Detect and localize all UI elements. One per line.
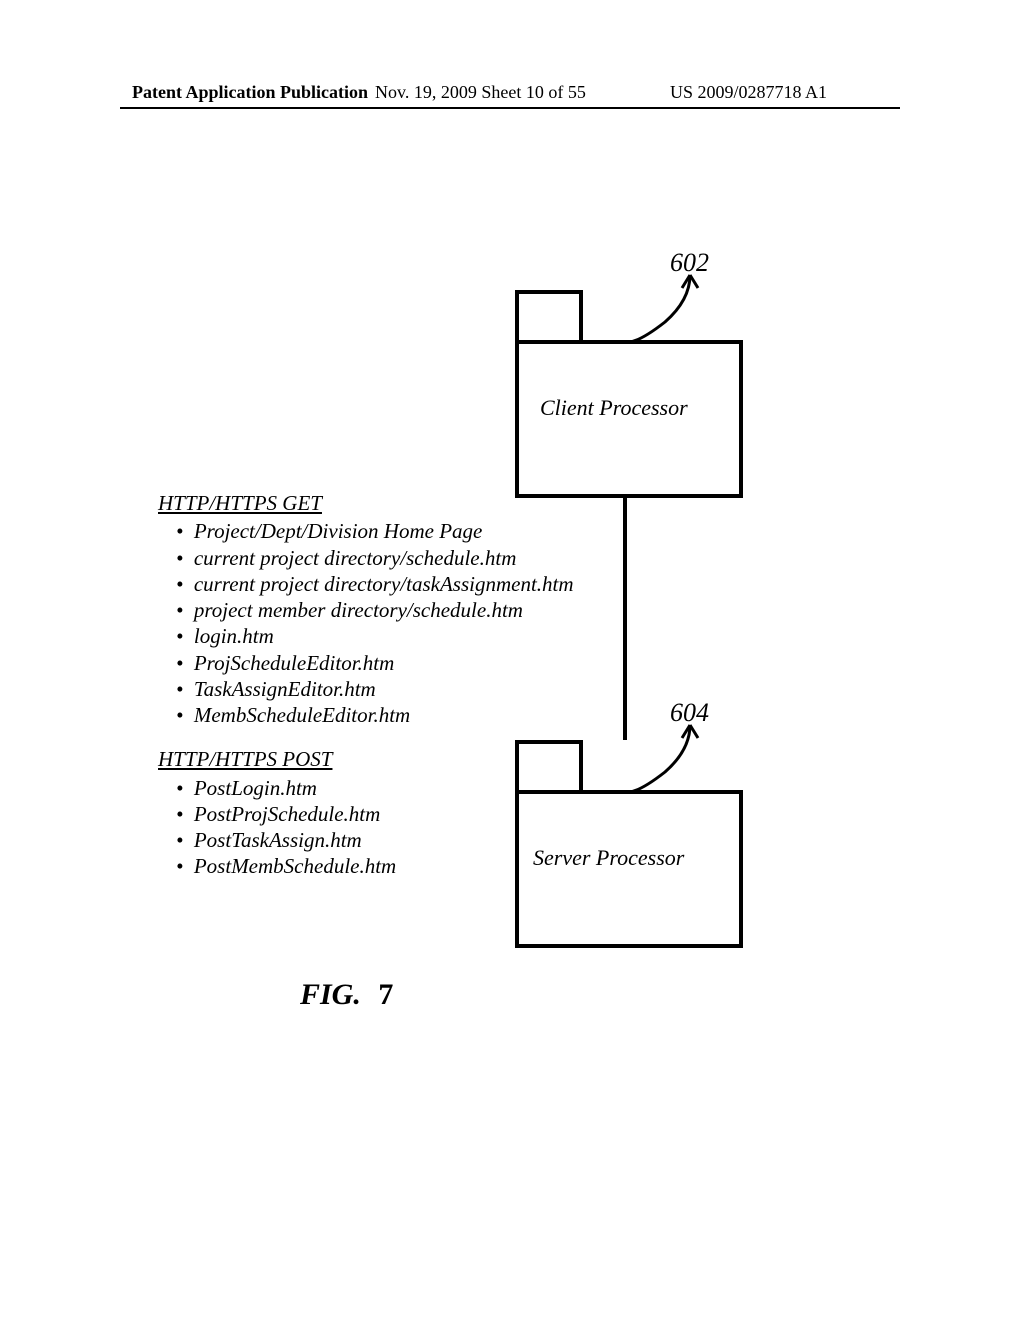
http-post-title: HTTP/HTTPS POST (158, 746, 718, 772)
caption-fig: FIG. (300, 978, 361, 1011)
http-get-item: login.htm (176, 623, 718, 649)
http-post-list: PostLogin.htm PostProjSchedule.htm PostT… (176, 775, 718, 880)
http-get-block: HTTP/HTTPS GET Project/Dept/Division Hom… (158, 490, 718, 898)
page-header: Patent Application Publication Nov. 19, … (0, 82, 1024, 106)
http-post-item: PostLogin.htm (176, 775, 718, 801)
leader-602 (630, 270, 720, 350)
http-get-list: Project/Dept/Division Home Page current … (176, 518, 718, 728)
http-get-item: current project directory/schedule.htm (176, 545, 718, 571)
figure-caption: FIG. 7 (300, 978, 393, 1012)
http-get-title: HTTP/HTTPS GET (158, 490, 718, 516)
header-left-text: Patent Application Publication (132, 82, 368, 103)
http-post-item: PostMembSchedule.htm (176, 853, 718, 879)
header-right-text: US 2009/0287718 A1 (670, 82, 827, 103)
http-post-item: PostTaskAssign.htm (176, 827, 718, 853)
http-get-item: TaskAssignEditor.htm (176, 676, 718, 702)
http-get-item: project member directory/schedule.htm (176, 597, 718, 623)
page-root: Patent Application Publication Nov. 19, … (0, 0, 1024, 1320)
header-rule (120, 107, 900, 109)
http-get-item: current project directory/taskAssignment… (176, 571, 718, 597)
http-get-item: MembScheduleEditor.htm (176, 702, 718, 728)
caption-num: 7 (378, 978, 393, 1011)
http-post-item: PostProjSchedule.htm (176, 801, 718, 827)
figure-7: Client Processor Server Processor 602 60… (120, 240, 900, 1020)
client-processor-label: Client Processor (540, 395, 688, 421)
header-center-text: Nov. 19, 2009 Sheet 10 of 55 (375, 82, 586, 103)
http-get-item: ProjScheduleEditor.htm (176, 650, 718, 676)
http-get-item: Project/Dept/Division Home Page (176, 518, 718, 544)
